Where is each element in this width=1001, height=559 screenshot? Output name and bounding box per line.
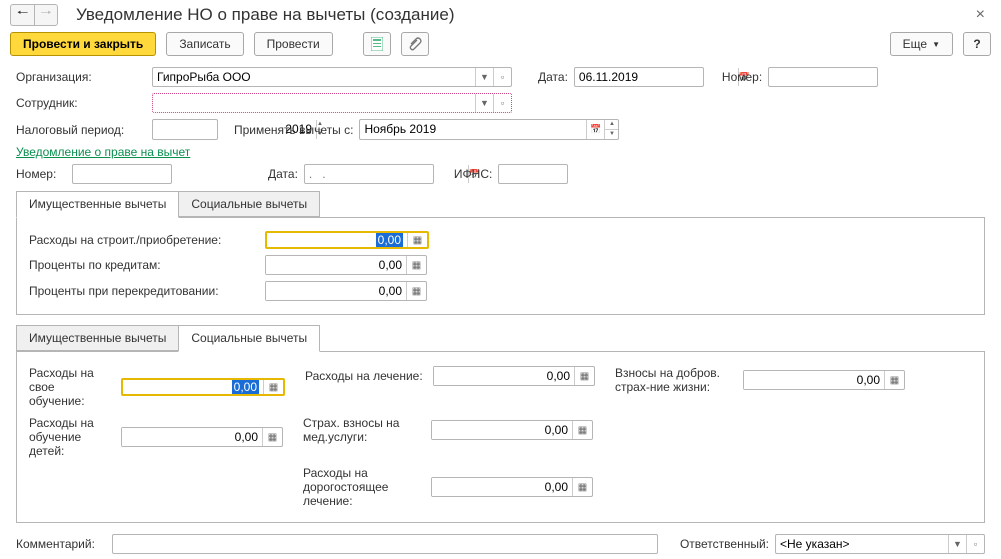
expensive-treat-label: Расходы на дорогостоящее лечение: — [303, 466, 423, 508]
tax-period-label: Налоговый период: — [16, 123, 146, 137]
interest-field[interactable]: ▦ — [265, 255, 427, 275]
tax-period-field[interactable]: ▲▼ — [152, 119, 218, 140]
ifns-field[interactable] — [498, 164, 568, 184]
volins-label: Взносы на добров. страх-ние жизни: — [615, 366, 735, 394]
post-button[interactable]: Провести — [254, 32, 333, 56]
tabs-group-2: Имущественные вычеты Социальные вычеты — [16, 325, 985, 352]
responsible-field[interactable]: ▼ ▫ — [775, 534, 985, 554]
own-edu-field[interactable]: 0,00 ▦ — [121, 378, 285, 396]
org-label: Организация: — [16, 70, 146, 84]
write-button[interactable]: Записать — [166, 32, 243, 56]
number-label: Номер: — [722, 70, 762, 84]
month-spinner[interactable]: ▲▼ — [604, 120, 618, 139]
window-title: Уведомление НО о праве на вычеты (создан… — [76, 5, 970, 25]
tab-social-2[interactable]: Социальные вычеты — [178, 325, 320, 352]
tab-content-2: Расходы на свое обучение: 0,00 ▦ Расходы… — [16, 352, 985, 523]
nav-forward-button[interactable]: 🠒 — [34, 4, 58, 26]
rights-link[interactable]: Уведомление о праве на вычет — [16, 143, 190, 161]
open-icon[interactable]: ▫ — [493, 94, 511, 112]
notice-number-input[interactable] — [73, 165, 236, 183]
child-edu-input[interactable] — [122, 428, 262, 446]
apply-from-label: Применять вычеты с: — [234, 123, 353, 137]
volins-input[interactable] — [744, 371, 884, 389]
number-field[interactable] — [768, 67, 878, 87]
calendar-icon[interactable]: 📅 — [586, 120, 604, 139]
exp-build-label: Расходы на строит./приобретение: — [29, 233, 259, 247]
open-icon[interactable]: ▫ — [493, 68, 511, 86]
apply-from-input[interactable] — [360, 120, 586, 138]
volins-field[interactable]: ▦ — [743, 370, 905, 390]
interest-label: Проценты по кредитам: — [29, 258, 259, 272]
refinance-label: Проценты при перекредитовании: — [29, 284, 259, 298]
date-input[interactable] — [575, 68, 738, 86]
employee-field[interactable]: ▼ ▫ — [152, 93, 512, 113]
responsible-input[interactable] — [776, 535, 948, 553]
close-icon[interactable]: × — [970, 6, 991, 24]
calculator-icon[interactable]: ▦ — [884, 371, 904, 389]
tabs-group-1: Имущественные вычеты Социальные вычеты — [16, 191, 985, 218]
calculator-icon[interactable]: ▦ — [572, 421, 592, 439]
notice-number-label: Номер: — [16, 167, 66, 181]
nav-back-button[interactable]: 🠐 — [10, 4, 34, 26]
calculator-icon[interactable]: ▦ — [407, 233, 427, 247]
refinance-field[interactable]: ▦ — [265, 281, 427, 301]
notice-date-input[interactable] — [305, 165, 468, 183]
date-label: Дата: — [538, 70, 568, 84]
med-ins-label: Страх. взносы на мед.услуги: — [303, 416, 423, 444]
number-input[interactable] — [769, 68, 932, 86]
calculator-icon[interactable]: ▦ — [406, 282, 426, 300]
org-field[interactable]: ▼ ▫ — [152, 67, 512, 87]
tab-content-1: Расходы на строит./приобретение: 0,00 ▦ … — [16, 218, 985, 315]
employee-input[interactable] — [153, 94, 475, 112]
dropdown-icon[interactable]: ▼ — [475, 94, 493, 112]
calculator-icon[interactable]: ▦ — [262, 428, 282, 446]
child-edu-label: Расходы на обучение детей: — [29, 416, 113, 458]
med-ins-field[interactable]: ▦ — [431, 420, 593, 440]
more-button[interactable]: Еще ▼ — [890, 32, 953, 56]
ifns-input[interactable] — [499, 165, 662, 183]
expensive-treat-field[interactable]: ▦ — [431, 477, 593, 497]
apply-from-field[interactable]: 📅 ▲▼ — [359, 119, 619, 140]
child-edu-field[interactable]: ▦ — [121, 427, 283, 447]
tab-social-1[interactable]: Социальные вычеты — [178, 191, 320, 217]
org-input[interactable] — [153, 68, 475, 86]
treatment-field[interactable]: ▦ — [433, 366, 595, 386]
expensive-treat-input[interactable] — [432, 478, 572, 496]
own-edu-label: Расходы на свое обучение: — [29, 366, 113, 408]
tab-property-2[interactable]: Имущественные вычеты — [16, 325, 179, 351]
open-icon[interactable]: ▫ — [966, 535, 984, 553]
chevron-down-icon: ▼ — [932, 40, 940, 49]
notice-date-field[interactable]: 📅 — [304, 164, 434, 184]
ifns-label: ИФНС: — [454, 167, 492, 181]
employee-label: Сотрудник: — [16, 96, 146, 110]
calculator-icon[interactable]: ▦ — [574, 367, 594, 385]
calculator-icon[interactable]: ▦ — [406, 256, 426, 274]
responsible-label: Ответственный: — [680, 537, 769, 551]
dropdown-icon[interactable]: ▼ — [475, 68, 493, 86]
calculator-icon[interactable]: ▦ — [263, 380, 283, 394]
post-and-close-button[interactable]: Провести и закрыть — [10, 32, 156, 56]
own-edu-value: 0,00 — [232, 380, 259, 394]
tab-property-1[interactable]: Имущественные вычеты — [16, 191, 179, 218]
comment-field[interactable] — [112, 534, 658, 554]
treatment-input[interactable] — [434, 367, 574, 385]
refinance-input[interactable] — [266, 282, 406, 300]
dropdown-icon[interactable]: ▼ — [948, 535, 966, 553]
treatment-label: Расходы на лечение: — [305, 369, 425, 383]
report-icon[interactable] — [363, 32, 391, 56]
comment-input[interactable] — [113, 535, 657, 553]
med-ins-input[interactable] — [432, 421, 572, 439]
date-field[interactable]: 📅 — [574, 67, 704, 87]
more-label: Еще — [903, 37, 927, 51]
interest-input[interactable] — [266, 256, 406, 274]
notice-date-label: Дата: — [268, 167, 298, 181]
exp-build-value: 0,00 — [376, 233, 403, 247]
comment-label: Комментарий: — [16, 537, 106, 551]
notice-number-field[interactable] — [72, 164, 172, 184]
help-button[interactable]: ? — [963, 32, 991, 56]
calculator-icon[interactable]: ▦ — [572, 478, 592, 496]
exp-build-field[interactable]: 0,00 ▦ — [265, 231, 429, 249]
attachment-icon[interactable] — [401, 32, 429, 56]
